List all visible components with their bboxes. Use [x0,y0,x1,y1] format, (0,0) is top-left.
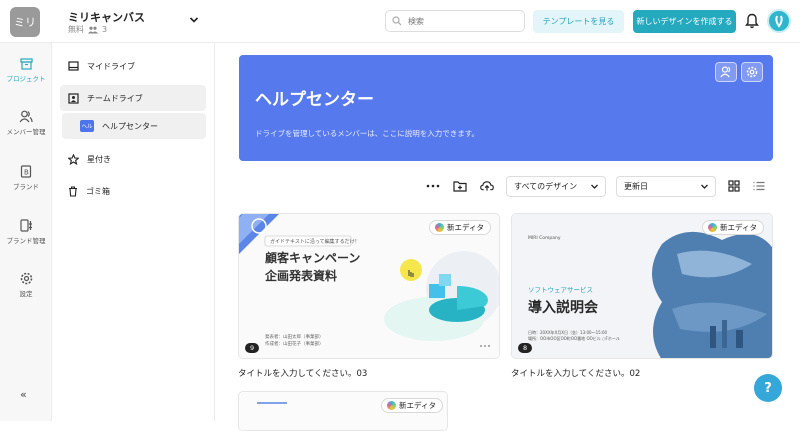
drive-header-banner: ヘルプセンター ドライブを管理しているメンバーは、ここに説明を入力できます。 [239,55,773,161]
badge-label: 新エディタ [399,401,436,410]
plan-label: 無料 [68,25,84,34]
rail-item-settings[interactable]: 設定 [0,272,52,298]
new-editor-badge: 新エディタ [429,220,491,235]
thumb-meta-2: 作成者：山田花子（事業部） [265,340,324,347]
new-editor-badge: 新エディタ [381,398,443,413]
rail-item-brand[interactable]: B ブランド [0,165,52,191]
drive-sidebar: マイドライブ チームドライブ ヘル ヘルプセンター 星付き ゴミ箱 [52,43,215,421]
design-thumbnail: ガイドテキストに沿って編集するだけ！ 顧客キャンペーン 企画発表資料 発表者：山… [239,214,499,358]
thumb-meta-1: 日時：20XX年X月X日（金）13:00〜15:00 [528,329,608,335]
members-icon [88,26,98,33]
sidebar-item-help-center[interactable]: ヘル ヘルプセンター [62,113,206,139]
badge-label: 新エディタ [447,223,484,232]
design-filter-select[interactable]: すべてのデザイン [506,176,606,197]
rail-item-label: ブランド管理 [6,237,46,245]
search-box[interactable] [385,10,525,32]
rail-item-projects[interactable]: プロジェクト [0,50,52,94]
sidebar-item-starred[interactable]: 星付き [60,146,206,172]
sidebar-item-label: ゴミ箱 [86,186,110,196]
rail-item-label: ブランド [13,183,39,191]
page-count-badge: 8 [518,343,533,353]
grid-view-icon[interactable] [727,179,741,193]
design-card-title[interactable]: タイトルを入力してください。02 [511,367,640,379]
brand-manage-icon [19,219,32,232]
brand-icon: B [20,165,32,178]
rail-item-label: 設定 [19,290,33,298]
bell-icon[interactable] [745,13,759,29]
avatar-glyph-icon [775,15,783,28]
trash-icon [69,185,77,197]
view-templates-button[interactable]: テンプレートを見る [533,10,624,33]
design-card[interactable]: 新エディタ [238,391,448,431]
sort-value: 更新日 [624,182,648,191]
thumb-heading-1: 顧客キャンペーン [265,250,360,265]
users-icon [19,110,33,123]
archive-icon [19,58,33,70]
sort-select[interactable]: 更新日 [616,176,716,197]
list-view-icon[interactable] [752,179,766,193]
design-card[interactable]: ガイドテキストに沿って編集するだけ！ 顧客キャンペーン 企画発表資料 発表者：山… [238,213,500,359]
upload-icon[interactable] [480,179,494,193]
badge-label: 新エディタ [720,223,757,232]
chevron-down-icon[interactable] [188,14,200,26]
chevron-down-icon [701,184,708,189]
sidebar-item-label: マイドライブ [87,61,135,71]
page-description: ドライブを管理しているメンバーは、ここに説明を入力できます。 [255,129,480,138]
editor-logo-icon [435,223,445,232]
sidebar-item-trash[interactable]: ゴミ箱 [60,178,206,204]
rail-item-members[interactable]: メンバー管理 [0,110,52,136]
sidebar-item-team-drive[interactable]: チームドライブ [60,85,206,111]
workspace-name[interactable]: ミリキャンバス [68,9,145,25]
svg-text:B: B [24,169,29,177]
gear-icon [20,272,32,285]
design-thumbnail: MIRI Company ソフトウェアサービス 導入説明会 日時：20XX年X月… [512,214,772,358]
thumb-heading-2: 企画発表資料 [264,268,337,283]
search-input[interactable] [408,16,508,26]
more-options-icon[interactable] [426,179,440,193]
design-card-title[interactable]: タイトルを入力してください。03 [238,367,367,379]
sidebar-item-label: 星付き [87,154,111,164]
thumb-meta-1: 発表者：山田太郎（事業部） [265,333,324,340]
gear-icon [746,66,758,78]
rail-item-label: プロジェクト [6,75,46,83]
search-icon [392,16,402,26]
sidebar-item-my-drive[interactable]: マイドライブ [60,53,206,79]
thumb-guide-label: ガイドテキストに沿って編集するだけ！ [270,238,360,245]
editor-logo-icon [387,401,397,410]
thumb-company: MIRI Company [528,235,561,241]
workspace-meta: 無料 3 [68,24,107,35]
rail-item-brand-manage[interactable]: ブランド管理 [0,219,52,245]
page-count-badge: 9 [245,343,260,353]
drive-icon [68,61,79,71]
new-folder-icon[interactable] [453,179,467,193]
chevron-down-icon [591,184,598,189]
page-title: ヘルプセンター [255,90,374,110]
workspace-logo[interactable]: ミリ [10,7,40,37]
member-count: 3 [102,25,108,34]
star-icon [68,153,79,165]
user-avatar[interactable] [767,9,791,33]
sidebar-item-label: ヘルプセンター [102,121,158,131]
left-rail: プロジェクト メンバー管理 B ブランド ブランド管理 設定 « [0,43,52,421]
manage-members-button[interactable] [715,62,737,82]
sidebar-item-label: チームドライブ [87,93,143,103]
new-editor-badge: 新エディタ [702,220,764,235]
editor-logo-icon [708,223,718,232]
design-filter-value: すべてのデザイン [514,182,578,191]
collapse-rail-button[interactable]: « [20,388,27,401]
help-button[interactable]: ? [754,374,782,402]
team-drive-icon [68,92,79,104]
rail-item-label: メンバー管理 [6,128,46,136]
folder-tag-icon: ヘル [80,120,94,132]
drive-settings-button[interactable] [741,62,763,82]
top-bar: ミリ ミリキャンバス 無料 3 テンプレートを見る 新しいデザインを作成する [0,0,800,43]
main-content: ヘルプセンター ドライブを管理しているメンバーは、ここに説明を入力できます。 す… [216,43,800,431]
create-design-button[interactable]: 新しいデザインを作成する [633,10,736,33]
thumb-meta-2: 場所：OO市OO区OO町OO番地 OOビル ○Fホール [528,335,620,341]
design-card[interactable]: MIRI Company ソフトウェアサービス 導入説明会 日時：20XX年X月… [511,213,773,359]
thumb-heading: 導入説明会 [528,299,599,316]
thumb-kicker: ソフトウェアサービス [528,285,593,294]
users-icon [719,66,730,78]
